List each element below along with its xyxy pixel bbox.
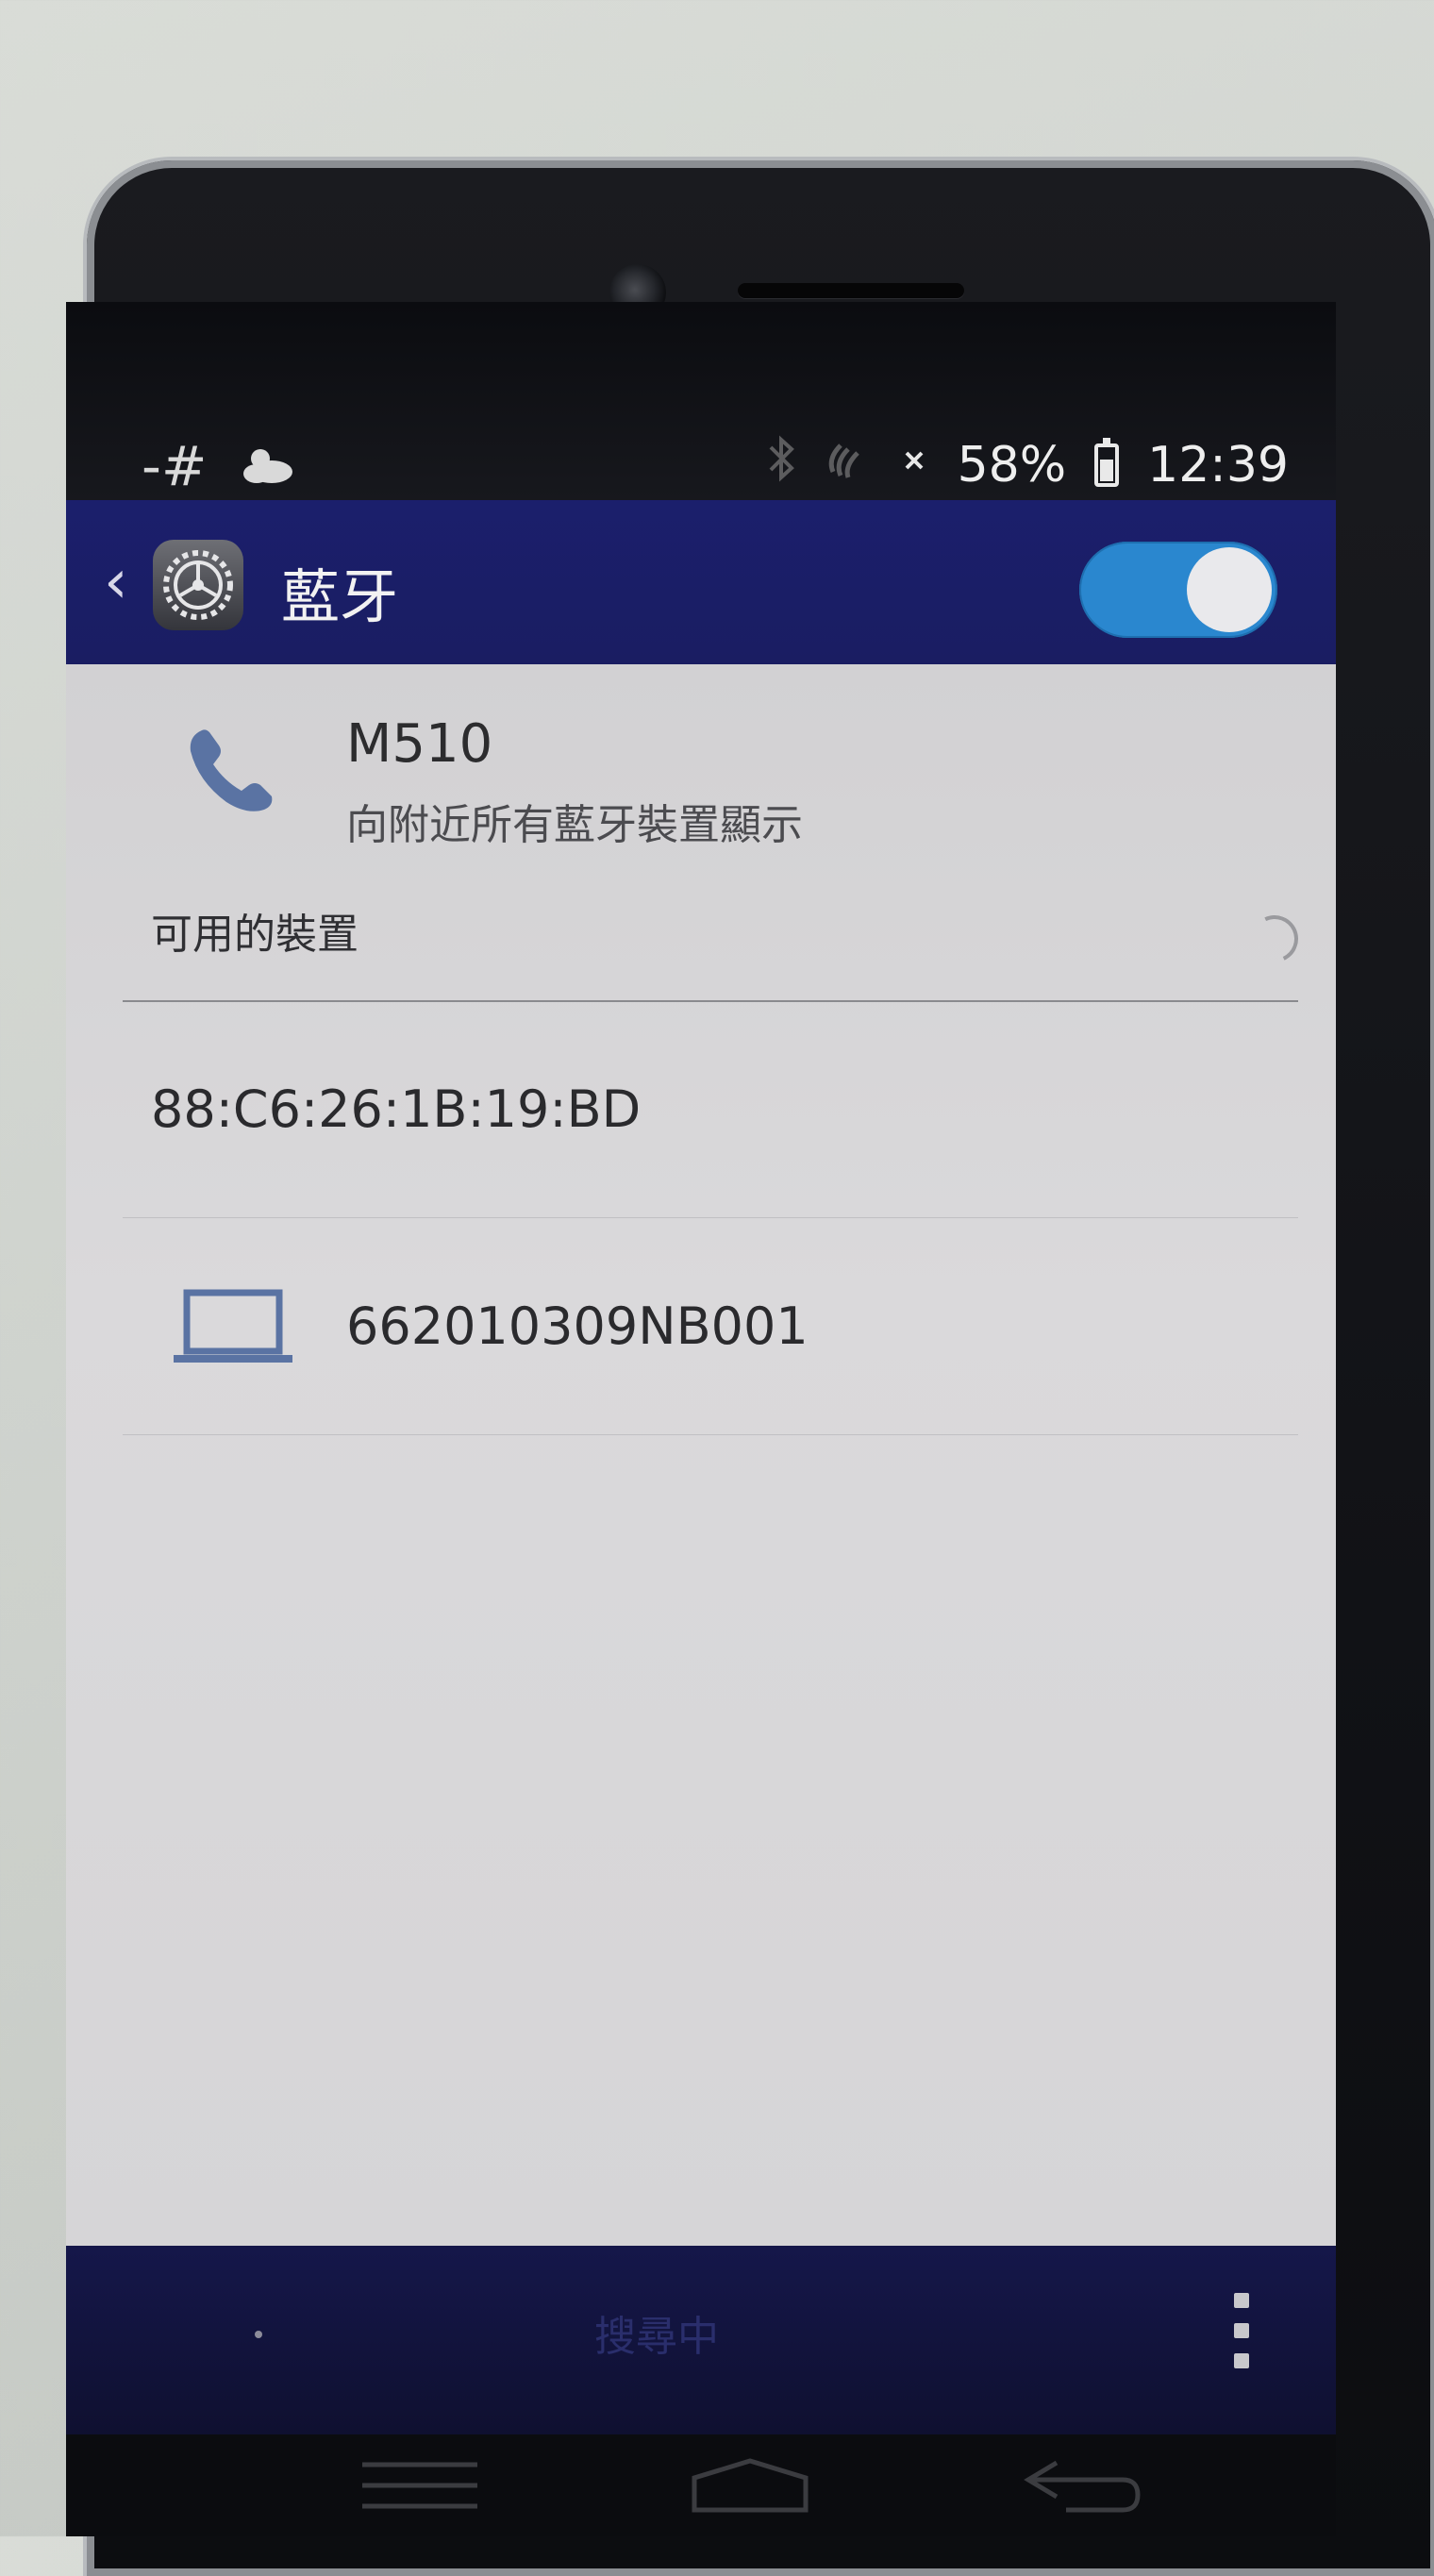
this-device-row[interactable]: M510 向附近所有藍牙裝置顯示 (66, 664, 1336, 878)
status-left-icons: -# (142, 434, 296, 498)
settings-gear-icon[interactable] (153, 540, 243, 630)
battery-fill (1100, 460, 1114, 481)
clock: 12:39 (1147, 436, 1289, 493)
device-label: 662010309NB001 (346, 1296, 809, 1356)
navigation-bar (66, 2434, 1336, 2536)
menu-icon[interactable] (358, 2457, 481, 2517)
back-chevron-icon[interactable]: ‹ (104, 547, 128, 617)
visibility-status: 向附近所有藍牙裝置顯示 (346, 801, 803, 849)
row-divider (123, 1434, 1298, 1435)
bottom-action-bar: 搜尋中 (66, 2246, 1336, 2434)
bluetooth-settings-content: M510 向附近所有藍牙裝置顯示 可用的裝置 88:C6:26:1B:19:BD… (66, 664, 1336, 2246)
phone-screen: -# 58% 12:39 ‹ 藍牙 M510 向附近所有藍牙裝置顯示 可用的裝置… (66, 302, 1336, 2434)
page-title: 藍牙 (281, 562, 399, 631)
scanning-spinner-icon (1243, 908, 1306, 970)
more-options-icon[interactable] (1232, 2293, 1251, 2368)
device-list-item[interactable]: 662010309NB001 (66, 1219, 1336, 1432)
device-label: 88:C6:26:1B:19:BD (151, 1079, 642, 1139)
indicator-dot (255, 2331, 262, 2338)
laptop-icon (174, 1289, 292, 1363)
earpiece-speaker (738, 283, 964, 298)
battery-percent: 58% (957, 436, 1067, 493)
nfc-icon (824, 434, 873, 495)
phone-handset-icon (190, 729, 273, 811)
section-divider (123, 1000, 1298, 1002)
signal-off-icon (901, 437, 929, 493)
this-device-name: M510 (346, 713, 493, 775)
bluetooth-icon (767, 434, 795, 495)
available-devices-header: 可用的裝置 (151, 911, 358, 959)
device-list-item[interactable]: 88:C6:26:1B:19:BD (66, 1004, 1336, 1217)
scanning-status: 搜尋中 (594, 2313, 719, 2361)
home-icon[interactable] (689, 2457, 811, 2517)
back-icon[interactable] (1019, 2457, 1142, 2517)
app-bar: ‹ 藍牙 (66, 500, 1336, 664)
hash-notification-icon: -# (142, 434, 208, 498)
battery-icon (1094, 437, 1120, 487)
toggle-knob (1187, 547, 1272, 632)
bluetooth-toggle[interactable] (1079, 542, 1277, 638)
weather-cloud-icon (240, 434, 296, 498)
status-bar: -# 58% 12:39 (66, 302, 1336, 500)
row-divider (123, 1217, 1298, 1218)
status-right-icons: 58% 12:39 (767, 434, 1289, 495)
